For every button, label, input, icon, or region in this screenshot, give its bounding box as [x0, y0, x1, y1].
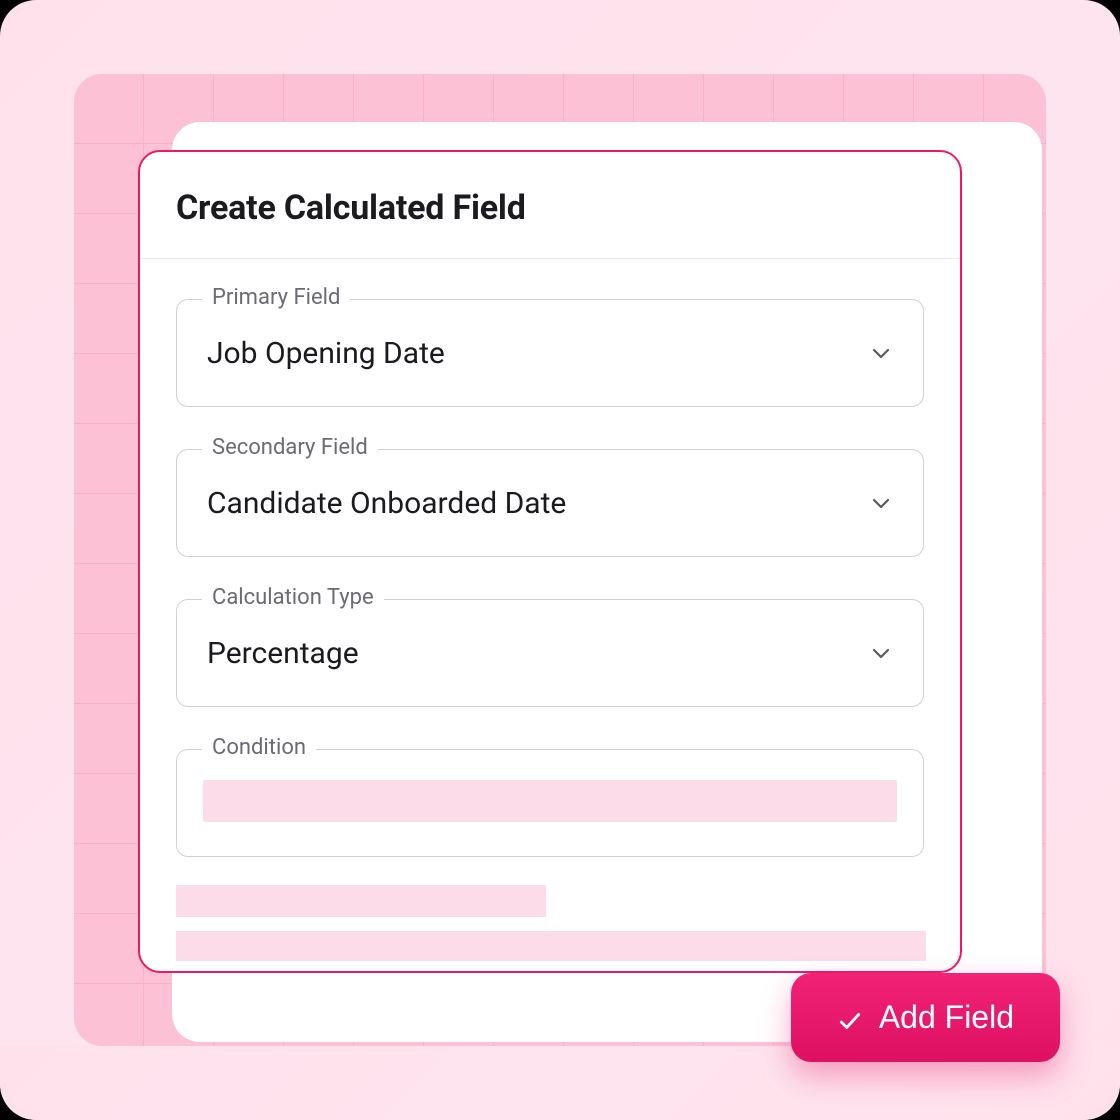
calculation-type-group: Calculation Type Percentage	[176, 599, 924, 707]
create-field-modal: Create Calculated Field Primary Field Jo…	[138, 150, 962, 973]
chevron-down-icon	[869, 491, 893, 515]
condition-placeholder	[203, 780, 897, 822]
calculation-type-select[interactable]: Percentage	[176, 599, 924, 707]
app-frame: Create Calculated Field Primary Field Jo…	[0, 0, 1120, 1120]
calculation-type-value: Percentage	[207, 636, 359, 671]
modal-header: Create Calculated Field	[140, 152, 960, 259]
modal-footer	[140, 885, 960, 971]
condition-field-label: Condition	[202, 735, 316, 760]
skeleton-line	[176, 885, 546, 917]
chevron-down-icon	[869, 641, 893, 665]
secondary-field-select[interactable]: Candidate Onboarded Date	[176, 449, 924, 557]
add-field-button[interactable]: Add Field	[791, 973, 1060, 1062]
condition-field-group: Condition	[176, 749, 924, 857]
secondary-field-value: Candidate Onboarded Date	[207, 486, 566, 521]
check-icon	[837, 1005, 863, 1031]
condition-input[interactable]	[176, 749, 924, 857]
primary-field-value: Job Opening Date	[207, 336, 445, 371]
skeleton-line	[176, 931, 926, 961]
primary-field-select[interactable]: Job Opening Date	[176, 299, 924, 407]
primary-field-group: Primary Field Job Opening Date	[176, 299, 924, 407]
modal-body: Primary Field Job Opening Date Secondary…	[140, 259, 960, 885]
secondary-field-group: Secondary Field Candidate Onboarded Date	[176, 449, 924, 557]
chevron-down-icon	[869, 341, 893, 365]
secondary-field-label: Secondary Field	[202, 435, 378, 460]
calculation-type-label: Calculation Type	[202, 585, 384, 610]
primary-field-label: Primary Field	[202, 285, 350, 310]
add-field-label: Add Field	[879, 999, 1014, 1036]
modal-title: Create Calculated Field	[176, 188, 924, 228]
